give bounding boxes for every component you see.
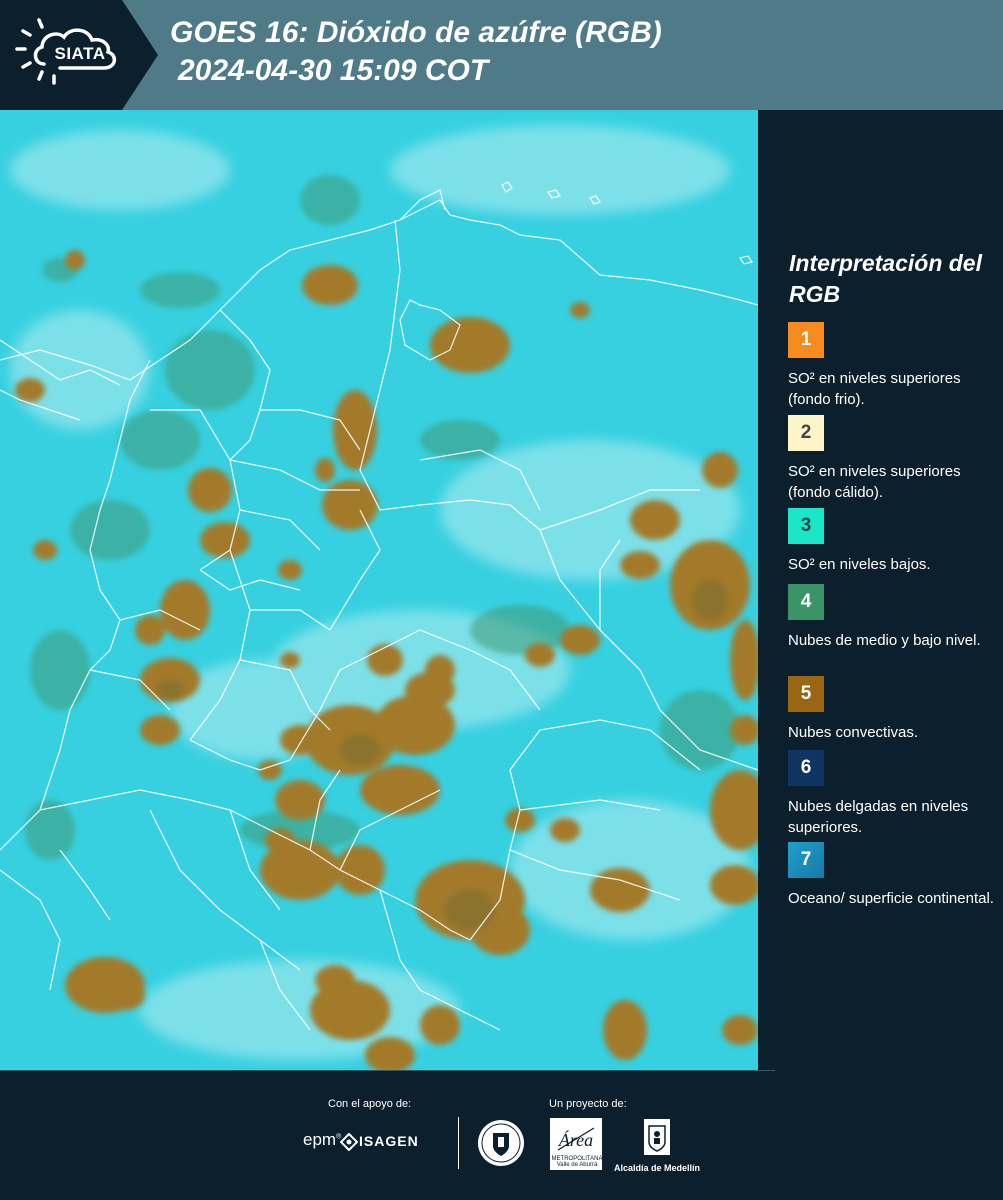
area-metropolitana-subtitle: METROPOLITANA Valle de Aburrá <box>551 1156 603 1168</box>
legend-item-5: 5 Nubes convectivas. <box>788 676 998 743</box>
legend-swatch-7: 7 <box>788 842 824 878</box>
legend-swatch-3: 3 <box>788 508 824 544</box>
legend-label: Nubes de medio y bajo nivel. <box>788 632 981 649</box>
footer-divider <box>458 1117 459 1169</box>
medellin-seal-icon <box>478 1120 524 1166</box>
legend-swatch-6: 6 <box>788 750 824 786</box>
project-label: Un proyecto de: <box>549 1098 627 1110</box>
legend-swatch-5: 5 <box>788 676 824 712</box>
legend-number: 1 <box>800 329 812 350</box>
siata-logo-text: SIATA <box>54 44 106 63</box>
isagen-logo: ISAGEN <box>359 1133 419 1149</box>
support-label: Con el apoyo de: <box>328 1098 412 1110</box>
legend-panel: Interpretación del RGB 1 SO² en niveles … <box>758 110 1003 1070</box>
legend-swatch-4: 4 <box>788 584 824 620</box>
page-title: GOES 16: Dióxido de azúfre (RGB) <box>170 16 662 49</box>
legend-label: Nubes delgadas en niveles superiores. <box>788 798 969 836</box>
legend-item-4: 4 Nubes de medio y bajo nivel. <box>788 584 998 651</box>
legend-label: SO² en niveles superiores (fondo cálido)… <box>788 463 961 501</box>
siata-logo: SIATA <box>0 0 160 110</box>
legend-label: SO² en niveles superiores (fondo frio). <box>788 370 961 408</box>
epm-logo: epm® <box>303 1130 342 1149</box>
footer: Con el apoyo de: Un proyecto de: epm® IS… <box>0 1070 1003 1200</box>
legend-label: Oceano/ superficie continental. <box>788 890 994 907</box>
legend-number: 6 <box>800 757 812 778</box>
legend-number: 2 <box>800 422 812 443</box>
satellite-map <box>0 110 758 1070</box>
legend-swatch-1: 1 <box>788 322 824 358</box>
isagen-icon <box>340 1133 358 1151</box>
legend-label: Nubes convectivas. <box>788 724 919 741</box>
alcaldia-emblem-icon <box>644 1119 670 1155</box>
legend-item-6: 6 Nubes delgadas en niveles superiores. <box>788 750 998 838</box>
legend-item-3: 3 SO² en niveles bajos. <box>788 508 998 575</box>
legend-item-1: 1 SO² en niveles superiores (fondo frio)… <box>788 322 998 410</box>
satellite-image <box>0 110 758 1070</box>
legend-item-7: 7 Oceano/ superficie continental. <box>788 842 998 909</box>
legend-number: 5 <box>800 683 812 704</box>
header: SIATA GOES 16: Dióxido de azúfre (RGB) 2… <box>0 0 1003 110</box>
footer-divider-line <box>0 1070 775 1071</box>
timestamp: 2024-04-30 15:09 COT <box>178 54 489 87</box>
legend-label: SO² en niveles bajos. <box>788 556 931 573</box>
legend-title: Interpretación del RGB <box>789 250 982 307</box>
legend-number: 3 <box>800 515 812 536</box>
legend-number: 4 <box>800 591 812 612</box>
legend-item-2: 2 SO² en niveles superiores (fondo cálid… <box>788 415 998 503</box>
legend-swatch-2: 2 <box>788 415 824 451</box>
legend-number: 7 <box>800 849 812 870</box>
alcaldia-label: Alcaldía de Medellín <box>614 1163 701 1173</box>
epm-logo-text: epm <box>303 1130 337 1149</box>
alcaldia-logo: Alcaldía de Medellín <box>614 1118 700 1173</box>
